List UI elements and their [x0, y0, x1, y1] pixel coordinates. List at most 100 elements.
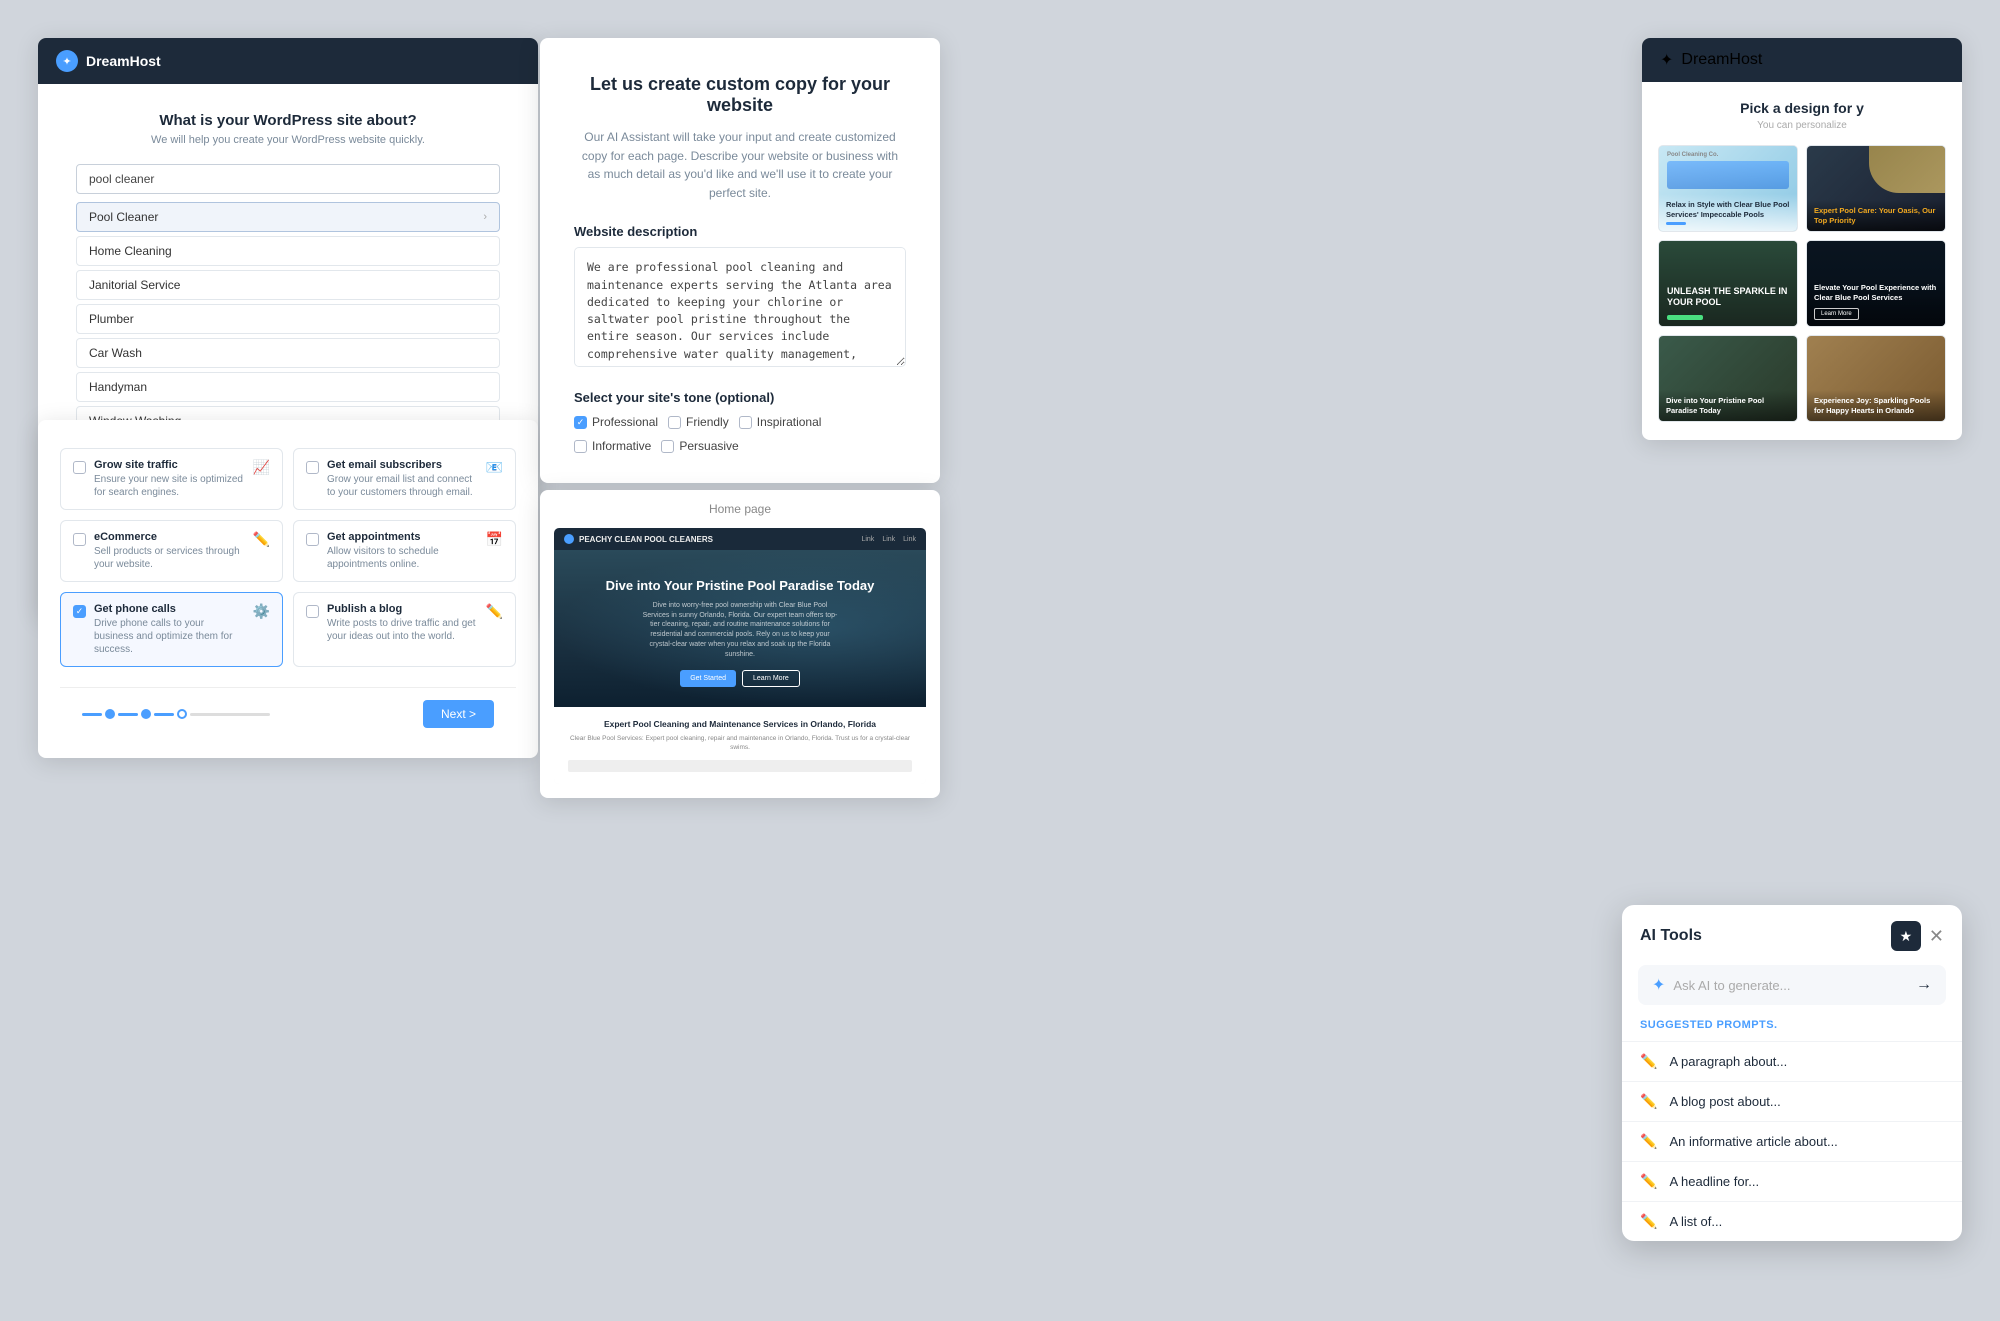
tone-option-friendly[interactable]: Friendly — [668, 415, 729, 429]
dropdown-item-janitorial[interactable]: Janitorial Service — [76, 270, 500, 300]
goal-item-blog[interactable]: Publish a blog Write posts to drive traf… — [293, 592, 516, 667]
ai-pencil-icon-1: ✏️ — [1640, 1053, 1657, 1070]
ai-arrow-icon: → — [1916, 976, 1932, 994]
ai-tools-panel: AI Tools ★ ✕ ✦ Ask AI to generate... → S… — [1622, 905, 1962, 1241]
preview-nav-links: Link Link Link — [861, 536, 916, 543]
goal-desc-email: Grow your email list and connect to your… — [327, 473, 478, 499]
design-card-1[interactable]: Pool Cleaning Co. Relax in Style with Cl… — [1658, 145, 1798, 232]
website-description-textarea[interactable]: We are professional pool cleaning and ma… — [574, 247, 906, 367]
ai-prompt-text-1: A paragraph about... — [1669, 1054, 1787, 1069]
design-card-2-headline: Expert Pool Care: Your Oasis, Our Top Pr… — [1814, 206, 1938, 225]
ai-close-button[interactable]: ✕ — [1929, 926, 1944, 947]
tone-checkbox-professional[interactable]: ✓ — [574, 416, 587, 429]
traffic-icon: 📈 — [253, 459, 270, 476]
ai-sparkle-icon: ✦ — [1652, 975, 1665, 995]
goal-item-phone[interactable]: ✓ Get phone calls Drive phone calls to y… — [60, 592, 283, 667]
goal-checkbox-appointments[interactable] — [306, 533, 319, 546]
goal-checkbox-ecommerce[interactable] — [73, 533, 86, 546]
design-card-2[interactable]: Expert Pool Care: Your Oasis, Our Top Pr… — [1806, 145, 1946, 232]
dreamhost-logo-text: DreamHost — [86, 53, 161, 69]
preview-content-desc: Clear Blue Pool Services: Expert pool cl… — [568, 734, 912, 752]
preview-nav-link-2: Link — [882, 536, 895, 543]
goal-title-ecommerce: eCommerce — [94, 531, 245, 543]
preview-nav-link-3: Link — [903, 536, 916, 543]
website-preview: PEACHY CLEAN POOL CLEANERS Link Link Lin… — [554, 528, 926, 784]
tone-option-professional[interactable]: ✓ Professional — [574, 415, 658, 429]
design-picker-panel: ✦ DreamHost Pick a design for y You can … — [1642, 38, 1962, 440]
design-card-4[interactable]: Elevate Your Pool Experience with Clear … — [1806, 240, 1946, 327]
phone-icon: ⚙️ — [253, 603, 270, 620]
design-card-5[interactable]: Dive into Your Pristine Pool Paradise To… — [1658, 335, 1798, 422]
goal-item-appointments[interactable]: Get appointments Allow visitors to sched… — [293, 520, 516, 582]
site-type-subtitle: We will help you create your WordPress w… — [76, 134, 500, 146]
design-card-3-headline: UNLEASH THE SPARKLE IN YOUR POOL — [1667, 286, 1789, 308]
preview-hero-title: Dive into Your Pristine Pool Paradise To… — [606, 578, 875, 595]
dropdown-item-pool-cleaner[interactable]: Pool Cleaner › — [76, 202, 500, 232]
ai-prompt-blog[interactable]: ✏️ A blog post about... — [1622, 1081, 1962, 1121]
goal-item-ecommerce[interactable]: eCommerce Sell products or services thro… — [60, 520, 283, 582]
tone-checkbox-persuasive[interactable] — [661, 440, 674, 453]
dropdown-item-home-cleaning[interactable]: Home Cleaning — [76, 236, 500, 266]
site-type-search-input[interactable] — [76, 164, 500, 194]
tone-option-persuasive[interactable]: Persuasive — [661, 439, 738, 453]
ai-input-row[interactable]: ✦ Ask AI to generate... → — [1638, 965, 1946, 1005]
dreamhost-logo-text-right: DreamHost — [1681, 51, 1762, 69]
ai-star-button[interactable]: ★ — [1891, 921, 1921, 951]
tone-checkbox-informative[interactable] — [574, 440, 587, 453]
design-card-3[interactable]: UNLEASH THE SPARKLE IN YOUR POOL — [1658, 240, 1798, 327]
preview-hero-desc: Dive into worry-free pool ownership with… — [640, 601, 840, 660]
goal-desc-traffic: Ensure your new site is optimized for se… — [94, 473, 245, 499]
page-label: Home page — [540, 490, 940, 528]
preview-content-bar — [568, 760, 912, 772]
ai-pencil-icon-5: ✏️ — [1640, 1213, 1657, 1230]
ai-pencil-icon-2: ✏️ — [1640, 1093, 1657, 1110]
goal-checkbox-blog[interactable] — [306, 605, 319, 618]
tone-section-label: Select your site's tone (optional) — [574, 390, 906, 405]
ai-copy-panel: Let us create custom copy for your websi… — [540, 38, 940, 483]
design-card-6[interactable]: Experience Joy: Sparkling Pools for Happ… — [1806, 335, 1946, 422]
preview-get-started-btn[interactable]: Get Started — [680, 670, 736, 687]
goal-item-traffic[interactable]: Grow site traffic Ensure your new site i… — [60, 448, 283, 510]
next-button-bottom[interactable]: Next > — [423, 700, 494, 728]
preview-logo-dot — [564, 534, 574, 544]
design-card-4-headline: Elevate Your Pool Experience with Clear … — [1814, 283, 1938, 302]
progress-dots-bottom — [82, 709, 423, 719]
tone-option-informative[interactable]: Informative — [574, 439, 651, 453]
goals-panel: Grow site traffic Ensure your new site i… — [38, 420, 538, 758]
dropdown-item-carwash[interactable]: Car Wash — [76, 338, 500, 368]
preview-learn-more-btn[interactable]: Learn More — [742, 670, 800, 687]
dropdown-item-plumber[interactable]: Plumber — [76, 304, 500, 334]
ai-pencil-icon-4: ✏️ — [1640, 1173, 1657, 1190]
tone-checkbox-friendly[interactable] — [668, 416, 681, 429]
goal-item-email[interactable]: Get email subscribers Grow your email li… — [293, 448, 516, 510]
goal-title-appointments: Get appointments — [327, 531, 478, 543]
goal-checkbox-email[interactable] — [306, 461, 319, 474]
design-card-6-headline: Experience Joy: Sparkling Pools for Happ… — [1814, 396, 1938, 415]
website-desc-label: Website description — [574, 224, 906, 239]
blog-icon: ✏️ — [486, 603, 503, 620]
ai-copy-title: Let us create custom copy for your websi… — [574, 74, 906, 116]
chevron-right-icon: › — [483, 211, 487, 223]
preview-navbar: PEACHY CLEAN POOL CLEANERS Link Link Lin… — [554, 528, 926, 550]
appointments-icon: 📅 — [486, 531, 503, 548]
tone-options-group: ✓ Professional Friendly Inspirational In… — [574, 415, 906, 453]
ai-prompt-headline[interactable]: ✏️ A headline for... — [1622, 1161, 1962, 1201]
tone-checkbox-inspirational[interactable] — [739, 416, 752, 429]
goal-checkbox-traffic[interactable] — [73, 461, 86, 474]
goals-footer: Next > — [60, 687, 516, 742]
ai-prompt-paragraph[interactable]: ✏️ A paragraph about... — [1622, 1041, 1962, 1081]
ai-tools-header: AI Tools ★ ✕ — [1622, 905, 1962, 965]
dreamhost-logo-icon-right: ✦ — [1660, 50, 1673, 70]
dropdown-item-handyman[interactable]: Handyman — [76, 372, 500, 402]
design-card-5-headline: Dive into Your Pristine Pool Paradise To… — [1666, 396, 1790, 415]
goal-checkbox-phone[interactable]: ✓ — [73, 605, 86, 618]
preview-content-title: Expert Pool Cleaning and Maintenance Ser… — [568, 719, 912, 729]
goal-title-blog: Publish a blog — [327, 603, 478, 615]
goals-grid: Grow site traffic Ensure your new site i… — [60, 448, 516, 667]
ai-prompt-article[interactable]: ✏️ An informative article about... — [1622, 1121, 1962, 1161]
ai-prompt-list[interactable]: ✏️ A list of... — [1622, 1201, 1962, 1241]
tone-option-inspirational[interactable]: Inspirational — [739, 415, 822, 429]
homepage-preview-panel: Home page PEACHY CLEAN POOL CLEANERS Lin… — [540, 490, 940, 798]
preview-hero-buttons: Get Started Learn More — [680, 670, 800, 687]
ai-prompt-text-3: An informative article about... — [1669, 1134, 1837, 1149]
